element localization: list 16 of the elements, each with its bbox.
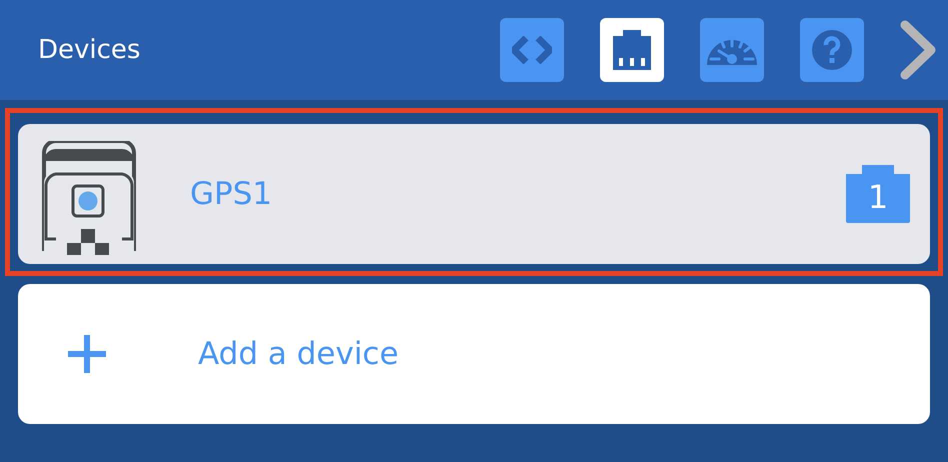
plus-icon: [68, 335, 106, 373]
help-icon: [812, 30, 852, 70]
device-icon: [42, 141, 136, 255]
device-card[interactable]: GPS1 1: [18, 124, 930, 264]
port-tab[interactable]: [600, 18, 664, 82]
page-title: Devices: [38, 35, 140, 65]
code-tab[interactable]: [500, 18, 564, 82]
count-badge: 1: [846, 165, 910, 223]
add-device-button[interactable]: Add a device: [18, 284, 930, 424]
device-name: GPS1: [190, 176, 274, 212]
code-icon: [512, 36, 552, 64]
gauge-tab[interactable]: [700, 18, 764, 82]
next-button[interactable]: [900, 20, 936, 80]
help-tab[interactable]: [800, 18, 864, 82]
network-port-icon: [611, 30, 653, 70]
chevron-right-icon: [900, 20, 936, 80]
